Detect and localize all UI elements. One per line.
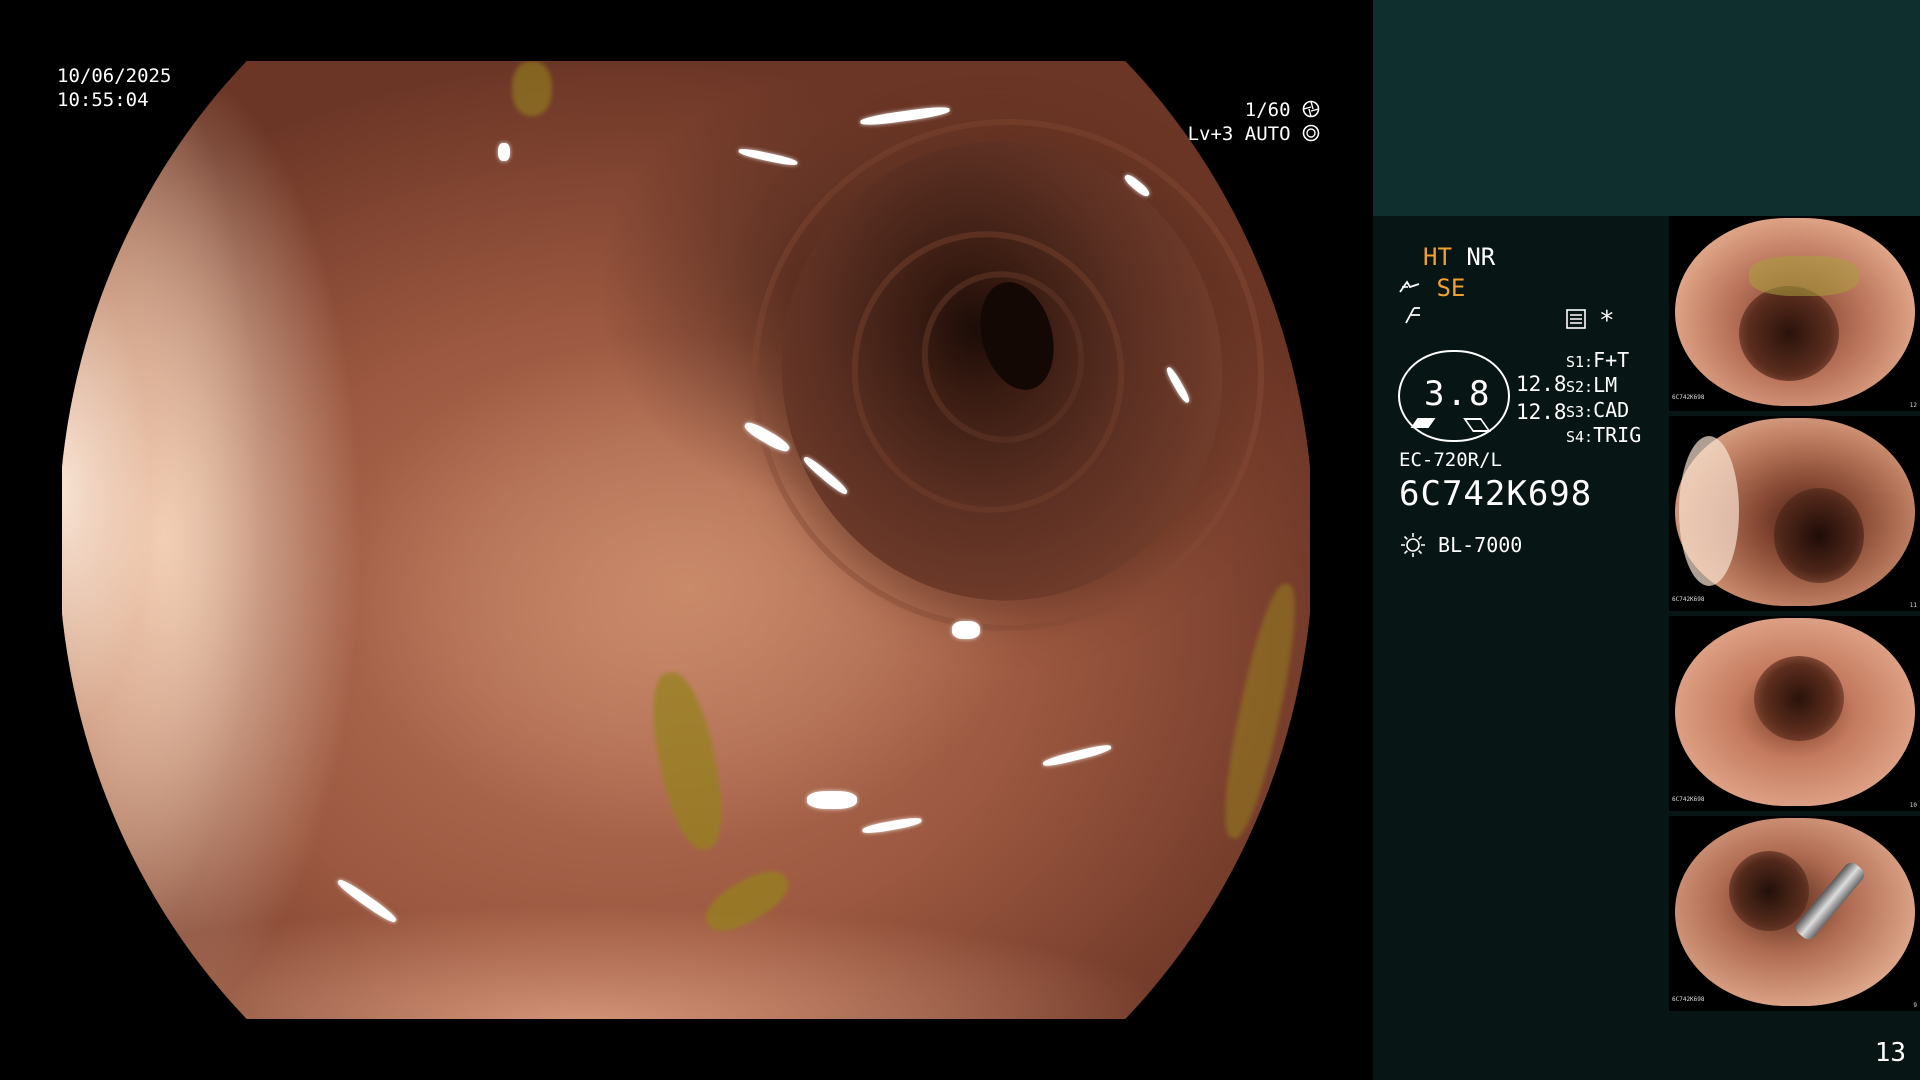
capture-thumbnail-3[interactable]: 6C742K698 10: [1669, 616, 1920, 811]
gauge-bottom-value: 12.8: [1516, 400, 1567, 424]
light-source-row: BL-7000: [1400, 532, 1522, 558]
specular-highlight: [1041, 742, 1113, 769]
light-source-text: BL-7000: [1438, 533, 1523, 557]
scope-model: EC-720R/L: [1399, 449, 1502, 471]
record-icon: [1566, 309, 1586, 329]
date-time-readout: 10/06/2025 10:55:04: [57, 64, 171, 112]
structure-enhance-row: SE: [1398, 274, 1465, 302]
thumbnail-serial: 6C742K698: [1672, 796, 1705, 803]
level-text: Lv+3 AUTO: [1187, 123, 1291, 145]
mode-ht: HT: [1423, 243, 1452, 271]
endoscope-view: [62, 61, 1310, 1019]
capture-thumbnail-1[interactable]: 6C742K698 12: [1669, 216, 1920, 411]
specular-highlight: [861, 815, 923, 836]
thumbnail-serial: 6C742K698: [1672, 394, 1705, 401]
scope-serial: 6C742K698: [1399, 474, 1593, 514]
slot-1: S1:F+T: [1566, 348, 1630, 372]
mucosa-fold-bottom: [142, 841, 1242, 1019]
thumbnail-index: 10: [1909, 802, 1917, 809]
thumbnail-lumen: [1754, 656, 1844, 741]
specular-highlight: [737, 146, 799, 168]
specular-highlight: [498, 143, 510, 161]
auto-iris-icon: [1302, 124, 1320, 142]
bile-residue: [1213, 579, 1307, 843]
filter-icon: [1405, 307, 1420, 324]
thumbnail-residue: [1749, 256, 1859, 296]
star-marker: *: [1599, 306, 1615, 336]
page-number: 13: [1874, 1038, 1906, 1068]
shutter-speed-text: 1/60: [1244, 99, 1291, 121]
structure-enhance-icon: [1399, 280, 1420, 293]
capture-thumbnail-4[interactable]: 6C742K698 9: [1669, 816, 1920, 1011]
shutter-icon: [1302, 100, 1320, 118]
time-text: 10:55:04: [57, 89, 149, 111]
slot-3: S3:CAD: [1566, 398, 1630, 422]
thumbnail-lumen: [1729, 851, 1809, 931]
thumbnail-lumen: [1774, 488, 1864, 583]
bile-residue: [512, 61, 552, 116]
specular-highlight: [952, 621, 980, 639]
specular-highlight: [807, 791, 857, 809]
bile-residue: [641, 667, 734, 855]
gauge-top-value: 12.8: [1516, 372, 1567, 396]
slot-2: S2:LM: [1566, 373, 1618, 397]
mode-nr: NR: [1466, 243, 1496, 271]
panel-header-area: [1373, 0, 1920, 216]
thumbnail-index: 9: [1913, 1002, 1917, 1009]
mode-se: SE: [1436, 274, 1466, 302]
thumbnail-lumen: [1739, 286, 1839, 381]
exposure-readout: 1/60 Lv+3 AUTO: [1188, 98, 1320, 146]
light-source-icon: [1401, 533, 1425, 557]
thumbnail-serial: 6C742K698: [1672, 996, 1705, 1003]
filter-row: [1402, 305, 1424, 333]
thumbnail-index: 12: [1909, 402, 1917, 409]
specular-highlight: [859, 104, 951, 128]
thumbnail-serial: 6C742K698: [1672, 596, 1705, 603]
thumbnail-fold: [1679, 436, 1739, 586]
capture-thumbnail-2[interactable]: 6C742K698 11: [1669, 416, 1920, 611]
gauge-value: 3.8: [1424, 374, 1492, 414]
date-text: 10/06/2025: [57, 65, 172, 87]
slot-4: S4:TRIG: [1566, 423, 1642, 447]
processing-mode-row: HT NR: [1423, 243, 1495, 271]
thumbnail-index: 11: [1909, 602, 1917, 609]
